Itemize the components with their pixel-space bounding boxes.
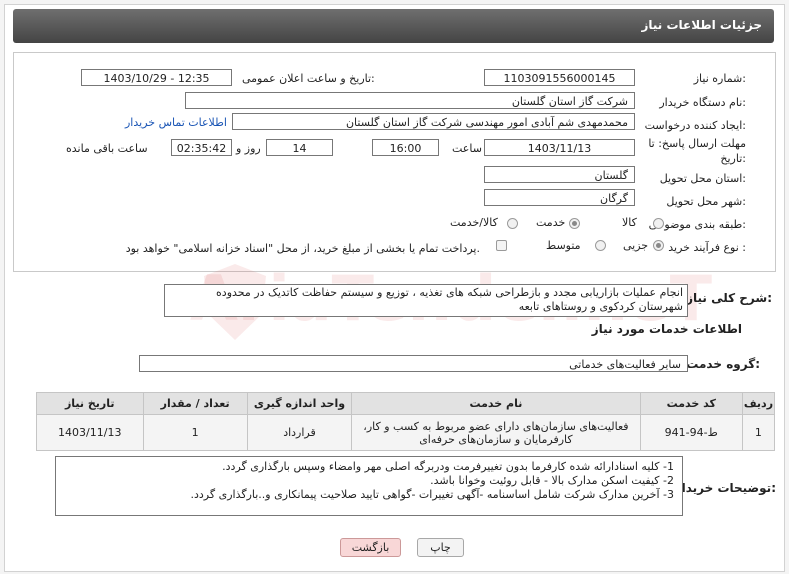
treasury-payment-note: پرداخت تمام یا بخشی از مبلغ خرید، از محل… — [125, 242, 480, 255]
cell-row-number: 1 — [741, 414, 776, 451]
page-title: جزئیات اطلاعات نیاز — [641, 18, 762, 32]
col-service-name: نام خدمت — [351, 392, 641, 415]
process-option-minor: جزیی — [623, 239, 649, 252]
city-label: شهر محل تحویل: — [666, 195, 746, 208]
announce-datetime-label: تاریخ و ساعت اعلان عمومی: — [242, 72, 375, 85]
category-radio-service[interactable] — [569, 218, 580, 229]
need-description-box[interactable]: انجام عملیات بازاریابی مجدد و بازطراحی ش… — [164, 284, 688, 317]
cell-service-name: فعالیت‌های سازمان‌های دارای عضو مربوط به… — [351, 414, 641, 451]
col-unit: واحد اندازه گیری — [246, 392, 353, 415]
creator-label: ایجاد کننده درخواست: — [644, 119, 746, 132]
buyer-notes-label: توضیحات خریدار: — [674, 481, 776, 495]
buyer-note-line: 1- کلیه اسنادارائه شده کارفرما بدون تغیی… — [222, 460, 674, 473]
print-button[interactable]: چاپ — [417, 538, 464, 557]
province-field[interactable]: گلستان — [484, 166, 635, 183]
category-option-goods-service: کالا/خدمت — [450, 216, 498, 229]
category-radio-goods[interactable] — [653, 218, 664, 229]
days-label: روز و — [236, 142, 261, 155]
cell-quantity: 1 — [142, 414, 248, 451]
remaining-time-label: ساعت باقی مانده — [66, 142, 148, 155]
process-radio-medium[interactable] — [595, 240, 606, 251]
back-button[interactable]: بازگشت — [340, 538, 401, 557]
deadline-time-field[interactable]: 16:00 — [372, 139, 439, 156]
deadline-date-field[interactable]: 1403/11/13 — [484, 139, 635, 156]
process-option-medium: متوسط — [546, 239, 581, 252]
services-table: ردیف کد خدمت نام خدمت واحد اندازه گیری ت… — [36, 392, 776, 451]
col-need-date: تاریخ نیاز — [36, 392, 144, 415]
service-group-label: گروه خدمت: — [686, 357, 760, 371]
deadline-label: مهلت ارسال پاسخ: تا — [648, 137, 746, 150]
need-number-field[interactable]: 1103091556000145 — [484, 69, 635, 86]
buyer-org-field[interactable]: شرکت گاز استان گلستان — [185, 92, 635, 109]
buyer-note-line: 3- آخرین مدارک شرکت شامل اساسنامه -آگهی … — [190, 488, 675, 501]
service-group-field[interactable]: سایر فعالیت‌های خدماتی — [139, 355, 688, 372]
table-row[interactable]: 1 ط-94-941 فعالیت‌های سازمان‌های دارای ع… — [36, 414, 776, 451]
province-label: استان محل تحویل: — [659, 172, 746, 185]
buyer-notes-box[interactable]: 1- کلیه اسنادارائه شده کارفرما بدون تغیی… — [55, 456, 683, 516]
process-type-label: نوع فرآیند خرید : — [668, 241, 746, 254]
services-section-title: اطلاعات خدمات مورد نیاز — [591, 322, 742, 336]
treasury-payment-checkbox[interactable] — [496, 240, 507, 251]
col-service-code: کد خدمت — [639, 392, 743, 415]
deadline-time-label: ساعت — [452, 142, 482, 155]
cell-unit: قرارداد — [246, 414, 353, 451]
buyer-contact-link[interactable]: اطلاعات تماس خریدار — [125, 116, 227, 129]
announce-datetime-field[interactable]: 1403/10/29 - 12:35 — [81, 69, 232, 86]
cell-service-code: ط-94-941 — [639, 414, 743, 451]
cell-need-date: 1403/11/13 — [36, 414, 144, 451]
category-radio-goods-service[interactable] — [507, 218, 518, 229]
process-radio-minor[interactable] — [653, 240, 664, 251]
buyer-note-line: 2- کیفیت اسکن مدارک بالا - قابل روئیت وخ… — [430, 474, 674, 487]
creator-field[interactable]: محمدمهدی شم آبادی امور مهندسی شرکت گاز ا… — [232, 113, 635, 130]
city-field[interactable]: گرگان — [484, 189, 635, 206]
title-bar: جزئیات اطلاعات نیاز — [13, 9, 774, 43]
need-description-label: شرح کلی نیاز: — [686, 291, 772, 305]
need-number-label: شماره نیاز: — [693, 72, 746, 85]
category-option-goods: کالا — [622, 216, 637, 229]
buyer-org-label: نام دستگاه خریدار: — [659, 96, 746, 109]
deadline-label-date: تاریخ: — [720, 152, 746, 165]
days-remaining-field[interactable]: 14 — [266, 139, 333, 156]
category-option-service: خدمت — [536, 216, 566, 229]
remaining-time-field[interactable]: 02:35:42 — [171, 139, 232, 156]
col-quantity: تعداد / مقدار — [142, 392, 248, 415]
col-row-number: ردیف — [741, 392, 776, 415]
table-header-row: ردیف کد خدمت نام خدمت واحد اندازه گیری ت… — [36, 392, 776, 415]
